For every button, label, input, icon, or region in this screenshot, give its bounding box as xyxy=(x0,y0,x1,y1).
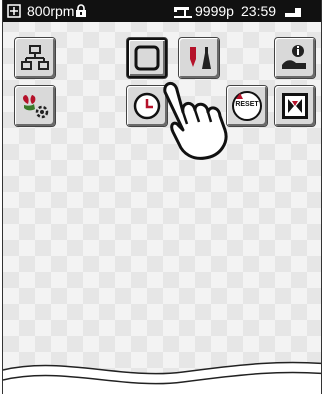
battery-icon xyxy=(285,0,303,22)
network-button[interactable] xyxy=(15,38,55,78)
plus-box-icon xyxy=(7,0,21,22)
info-person-icon xyxy=(280,43,310,73)
stitch-count: 9999p xyxy=(195,3,234,19)
embroidery-pattern-button[interactable] xyxy=(275,86,315,126)
status-bar: 800rpm 9999p 23:59 xyxy=(3,0,321,22)
padlock-icon xyxy=(75,0,87,22)
needle-thread-icon xyxy=(184,43,214,73)
network-icon xyxy=(21,44,49,72)
info-button[interactable] xyxy=(275,38,315,78)
speed-value: 800rpm xyxy=(27,3,75,19)
embroidery-pattern-icon xyxy=(280,91,310,121)
screen: 800rpm 9999p 23:59 RESET xyxy=(2,0,322,394)
screen-cutoff-edge xyxy=(3,361,321,394)
flower-settings-button[interactable] xyxy=(15,86,55,126)
square-frame-icon xyxy=(133,44,161,72)
clock-time: 23:59 xyxy=(241,3,277,19)
pointing-hand-icon xyxy=(153,72,263,162)
sewing-machine-icon xyxy=(173,0,193,22)
flower-settings-icon xyxy=(20,91,50,121)
